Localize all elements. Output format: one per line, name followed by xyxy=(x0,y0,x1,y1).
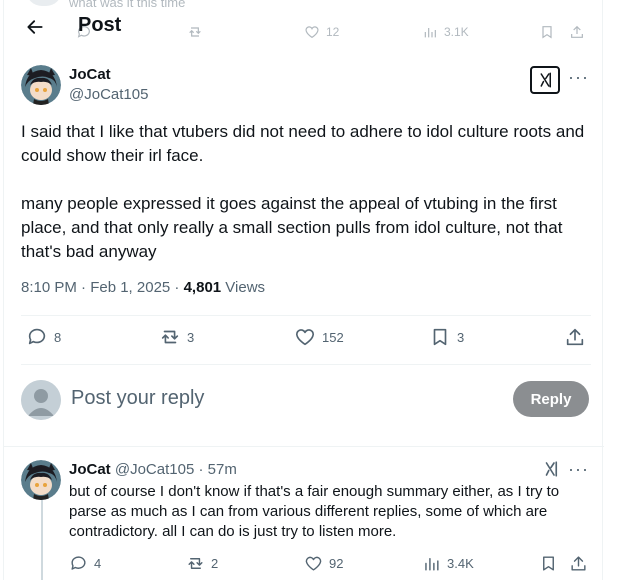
reply-author-handle[interactable]: @JoCat105 xyxy=(115,461,194,478)
reply-button[interactable]: Reply xyxy=(513,381,589,417)
reply-more-options-icon[interactable]: ··· xyxy=(568,459,589,480)
author-name[interactable]: JoCat xyxy=(69,66,111,83)
reply-like-button[interactable]: 92 xyxy=(304,554,343,573)
repost-count: 3 xyxy=(187,329,195,345)
bookmark-action-button[interactable]: 3 xyxy=(429,326,464,348)
grok-icon xyxy=(545,461,558,477)
views-label: Views xyxy=(221,279,266,296)
reply-views-count: 3.4K xyxy=(447,556,474,571)
page-title: Post xyxy=(78,14,122,36)
grok-icon xyxy=(540,72,551,88)
reply-icon xyxy=(28,328,46,345)
share-icon xyxy=(566,328,584,346)
reply-composer: Post your reply Reply xyxy=(21,380,591,422)
repost-icon xyxy=(161,330,179,344)
divider xyxy=(21,315,591,316)
reply-repost-count: 2 xyxy=(211,556,219,571)
author-handle[interactable]: @JoCat105 xyxy=(69,86,148,103)
reply-repost-button[interactable]: 2 xyxy=(186,554,218,573)
post-column: what was it this time 12 3.1K Post JoCat… xyxy=(3,0,604,580)
heart-icon xyxy=(305,556,322,571)
reply-actions: 4 2 92 3.4K xyxy=(69,554,589,576)
reply-bookmark-button[interactable] xyxy=(539,554,558,573)
post-paragraph-1: I said that I like that vtubers did not … xyxy=(21,122,585,165)
reply-header: JoCat @JoCat105 · 57m xyxy=(69,461,237,478)
more-options-icon[interactable]: ··· xyxy=(568,67,589,88)
reply-author-name[interactable]: JoCat xyxy=(69,461,111,478)
bookmark-icon xyxy=(543,556,554,571)
views-count: 4,801 xyxy=(183,279,222,296)
reply-text: but of course I don't know if that's a f… xyxy=(69,483,560,540)
reply-grok-button[interactable] xyxy=(542,460,560,483)
back-button[interactable] xyxy=(18,10,52,44)
divider xyxy=(4,446,604,447)
bookmark-icon xyxy=(433,328,447,346)
heart-icon xyxy=(295,329,315,346)
views-icon xyxy=(425,558,439,571)
post-timestamp[interactable]: 8:10 PM · Feb 1, 2025 · xyxy=(21,279,184,296)
reply-reply-count: 4 xyxy=(94,556,102,571)
like-count: 152 xyxy=(322,329,344,345)
like-action-button[interactable]: 152 xyxy=(294,326,344,348)
current-user-avatar[interactable] xyxy=(21,380,61,420)
post-paragraph-2: many people expressed it goes against th… xyxy=(21,194,563,261)
post-text: I said that I like that vtubers did not … xyxy=(21,120,591,288)
share-action-button[interactable] xyxy=(564,326,586,348)
post-meta: 8:10 PM · Feb 1, 2025 · 4,801 Views xyxy=(21,279,265,296)
reply-action-button[interactable]: 8 xyxy=(26,326,61,348)
share-icon xyxy=(571,556,586,571)
author-avatar[interactable] xyxy=(21,65,61,105)
reply-count: 8 xyxy=(54,329,62,345)
repost-icon xyxy=(188,558,203,569)
reply-input[interactable]: Post your reply xyxy=(71,387,204,410)
post-header: Post xyxy=(4,0,604,52)
divider xyxy=(21,364,591,365)
reply-like-count: 92 xyxy=(329,556,344,571)
grok-button[interactable] xyxy=(530,66,560,94)
post-actions: 8 3 152 3 xyxy=(21,326,591,354)
bookmark-count: 3 xyxy=(457,329,465,345)
reply-reply-button[interactable]: 4 xyxy=(69,554,101,573)
reply-share-button[interactable] xyxy=(569,554,588,573)
arrow-left-icon xyxy=(27,20,43,34)
reply-icon xyxy=(71,556,86,570)
reply-time[interactable]: · 57m xyxy=(194,461,236,478)
repost-action-button[interactable]: 3 xyxy=(159,326,194,348)
reply-author-avatar[interactable] xyxy=(21,460,61,500)
reply-views-button[interactable]: 3.4K xyxy=(422,554,474,573)
thread-line xyxy=(41,500,43,580)
